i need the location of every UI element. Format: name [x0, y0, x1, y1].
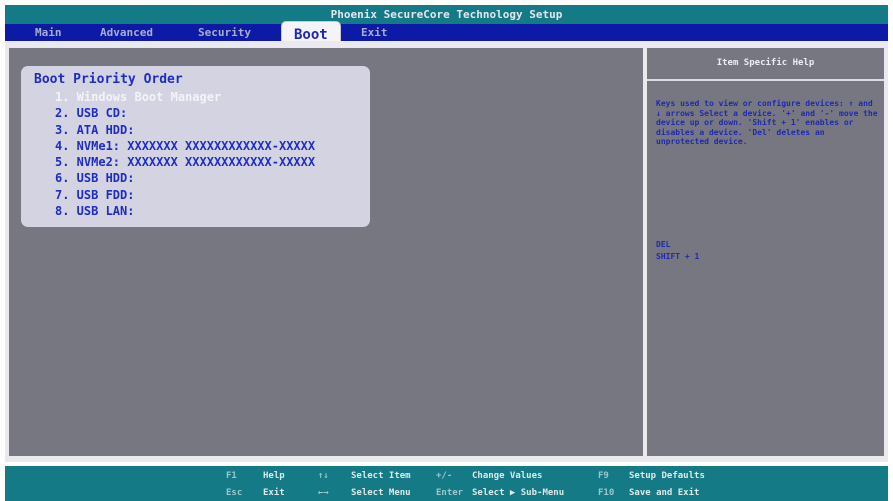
- boot-item-usb-hdd[interactable]: 6. USB HDD:: [55, 170, 315, 186]
- menu-main[interactable]: Main: [35, 24, 62, 41]
- key-f10-label: Save and Exit: [629, 488, 700, 498]
- key-enter-label: Select ▶ Sub-Menu: [472, 488, 565, 498]
- help-text: Keys used to view or configure devices: …: [656, 99, 878, 147]
- help-keys: DEL SHIFT + 1: [656, 239, 699, 263]
- key-f10: F10: [598, 488, 615, 498]
- key-esc: Esc: [226, 488, 243, 498]
- key-plus-minus-label: Change Values: [472, 471, 543, 481]
- boot-item-usb-fdd[interactable]: 7. USB FDD:: [55, 187, 315, 203]
- boot-item-usb-lan[interactable]: 8. USB LAN:: [55, 203, 315, 219]
- key-f9: F9: [598, 471, 609, 481]
- key-left-right-label: Select Menu: [351, 488, 411, 498]
- boot-item-usb-cd[interactable]: 2. USB CD:: [55, 105, 315, 121]
- key-f1-label: Help: [263, 471, 285, 481]
- boot-item-nvme1[interactable]: 4. NVMe1: XXXXXXX XXXXXXXXXXXX-XXXXX: [55, 138, 315, 154]
- key-plus-minus: +/-: [436, 471, 453, 481]
- boot-priority-panel: Boot Priority Order 1. Windows Boot Mana…: [21, 66, 370, 227]
- key-f1: F1: [226, 471, 237, 481]
- menu-exit[interactable]: Exit: [361, 24, 388, 41]
- key-up-down-label: Select Item: [351, 471, 411, 481]
- window-title: Phoenix SecureCore Technology Setup: [5, 5, 888, 24]
- key-left-right: ←→: [318, 488, 329, 498]
- help-key-del: DEL: [656, 240, 671, 249]
- menu-bar: Main Advanced Security Boot Exit: [5, 21, 888, 49]
- key-esc-label: Exit: [263, 488, 285, 498]
- boot-item-nvme2[interactable]: 5. NVMe2: XXXXXXX XXXXXXXXXXXX-XXXXX: [55, 154, 315, 170]
- boot-item-ata-hdd[interactable]: 3. ATA HDD:: [55, 122, 315, 138]
- boot-priority-list: 1. Windows Boot Manager 2. USB CD: 3. AT…: [55, 89, 315, 219]
- menu-security[interactable]: Security: [198, 24, 251, 41]
- help-key-shift-1: SHIFT + 1: [656, 252, 700, 261]
- key-legend-footer: F1 Help Esc Exit ↑↓ Select Item ←→ Selec…: [5, 466, 888, 501]
- boot-item-windows-boot-manager[interactable]: 1. Windows Boot Manager: [55, 89, 315, 105]
- key-f9-label: Setup Defaults: [629, 471, 705, 481]
- key-enter: Enter: [436, 488, 464, 498]
- help-panel: Item Specific Help Keys used to view or …: [647, 48, 884, 456]
- menu-advanced[interactable]: Advanced: [100, 24, 153, 41]
- boot-priority-heading: Boot Priority Order: [34, 72, 183, 87]
- key-up-down: ↑↓: [318, 471, 329, 481]
- help-title: Item Specific Help: [647, 48, 884, 81]
